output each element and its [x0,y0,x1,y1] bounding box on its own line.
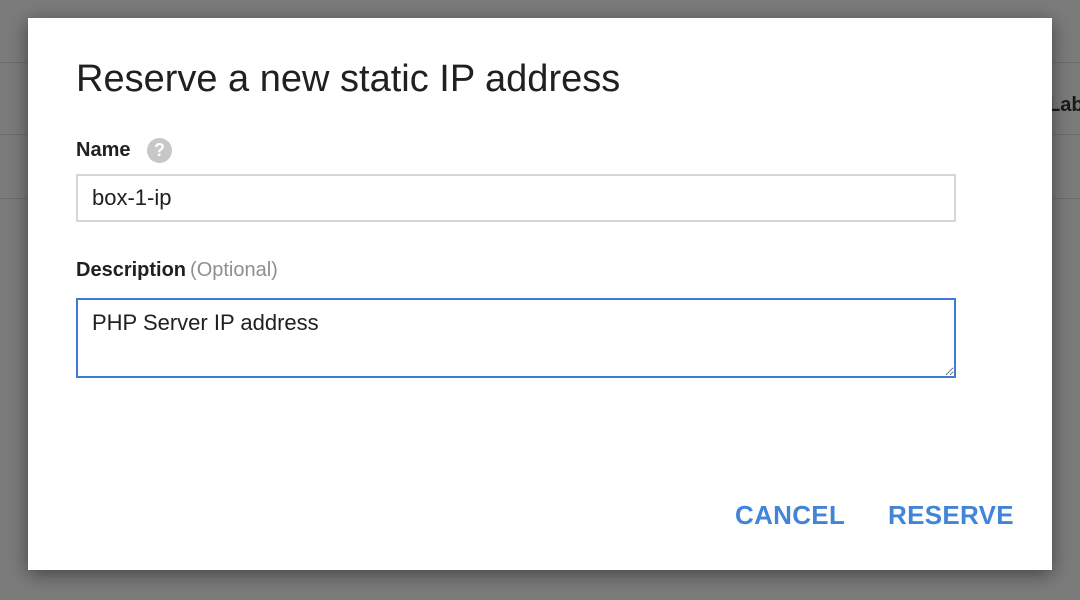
help-circle-icon[interactable]: ? [147,138,172,163]
background-column-header: Label [1048,94,1080,116]
reserve-ip-dialog: Reserve a new static IP address Name ? D… [28,18,1052,570]
dialog-title: Reserve a new static IP address [76,58,621,100]
description-label: Description (Optional) [76,259,278,282]
name-input[interactable] [76,174,956,222]
optional-hint: (Optional) [190,259,278,281]
name-label: Name [76,139,130,162]
reserve-button[interactable]: RESERVE [888,500,1014,531]
description-label-text: Description [76,259,187,281]
description-textarea[interactable]: PHP Server IP address [76,298,956,378]
name-label-text: Name [76,139,131,161]
cancel-button[interactable]: CANCEL [735,500,845,531]
